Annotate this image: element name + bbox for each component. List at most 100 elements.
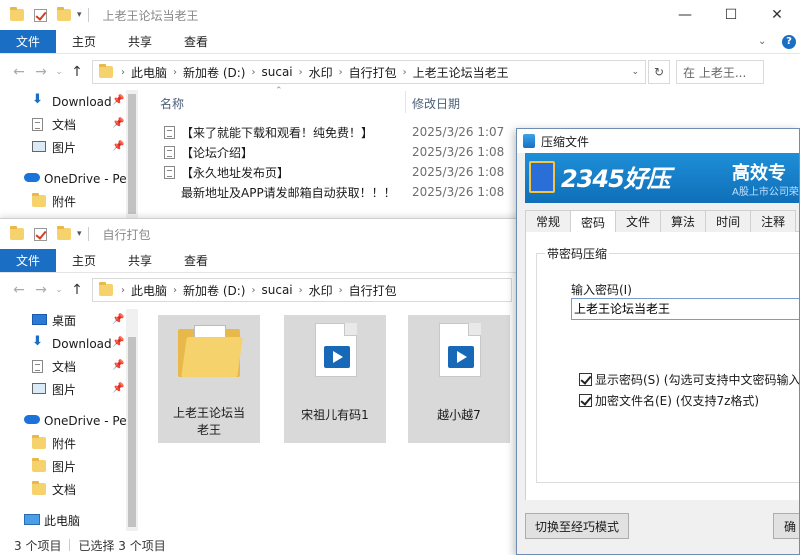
window-title: 上老王论坛当老王 (102, 8, 199, 23)
video-file-icon (439, 323, 481, 377)
nav-item-pictures[interactable]: 图片 📌 (0, 136, 130, 159)
forward-arrow-icon[interactable]: → (30, 64, 52, 80)
nav-scrollbar[interactable] (126, 90, 138, 220)
close-button[interactable]: ✕ (754, 0, 800, 30)
recent-chevron-icon[interactable]: ⌄ (52, 67, 66, 77)
tab-view[interactable]: 查看 (168, 249, 224, 272)
nav-label: 图片 (52, 141, 77, 155)
nav-item-attachments[interactable]: 附件 (0, 432, 130, 455)
desktop-icon (32, 314, 47, 325)
video-file-tile[interactable]: 越小越7 (408, 315, 510, 443)
up-arrow-icon[interactable]: ↑ (66, 64, 88, 80)
list-item[interactable]: 【永久地址发布页】 2025/3/26 1:08 (160, 162, 520, 182)
folder-tile[interactable]: 上老王论坛当老王 (158, 315, 260, 443)
expand-ribbon-icon[interactable]: ⌄ (758, 30, 778, 53)
breadcrumb-item[interactable]: sucai (261, 65, 292, 79)
picture-icon (32, 141, 46, 152)
crumb-separator: › (173, 284, 178, 296)
minimize-button[interactable]: — (662, 0, 708, 30)
crumb-separator: › (338, 284, 343, 296)
breadcrumb-item[interactable]: 此电脑 (131, 64, 167, 81)
switch-mode-button[interactable]: 切换至经巧模式 (525, 513, 629, 539)
tab-home[interactable]: 主页 (56, 30, 112, 53)
recent-chevron-icon[interactable]: ⌄ (52, 285, 66, 295)
tab-general[interactable]: 常规 (525, 210, 572, 232)
crumb-separator: › (251, 284, 256, 296)
nav-item-this-pc[interactable]: 此电脑 (0, 509, 130, 532)
list-item[interactable]: 【来了就能下载和观看！纯免费！】 2025/3/26 1:07 (160, 122, 520, 142)
new-folder-icon[interactable] (57, 226, 71, 240)
video-file-tile[interactable]: 宋祖儿有码1 (284, 315, 386, 443)
breadcrumb-item[interactable]: 新加卷 (D:) (183, 282, 245, 299)
tab-files[interactable]: 文件 (615, 210, 662, 232)
search-box[interactable]: 在 上老王... (676, 60, 764, 84)
tile-label: 越小越7 (437, 408, 481, 422)
list-item[interactable]: 最新地址及APP请发邮箱自动获取！！！ 2025/3/26 1:08 (160, 182, 520, 202)
back-arrow-icon[interactable]: ← (8, 282, 30, 298)
address-bar[interactable]: › 此电脑 › 新加卷 (D:) › sucai › 水印 › 自行打包 › 上… (92, 60, 646, 84)
tab-share[interactable]: 共享 (112, 249, 168, 272)
nav-item-documents[interactable]: 文档 📌 (0, 355, 130, 378)
nav-scrollbar[interactable] (126, 309, 138, 531)
customize-qat-icon[interactable]: ▾ (77, 10, 82, 20)
column-header-date[interactable]: 修改日期 (412, 95, 460, 112)
nav-item-onedrive[interactable]: OneDrive - Per (0, 167, 132, 190)
encrypt-names-checkbox[interactable] (579, 394, 592, 407)
properties-check-icon[interactable] (34, 227, 47, 241)
nav-item-download[interactable]: ⬇ Download 📌 (0, 332, 130, 355)
up-arrow-icon[interactable]: ↑ (66, 282, 88, 298)
scroll-thumb[interactable] (128, 337, 136, 527)
pin-icon: 📌 (112, 337, 125, 348)
folder-icon (32, 435, 46, 449)
refresh-icon[interactable]: ↻ (648, 60, 670, 84)
breadcrumb-item[interactable]: 自行打包 (349, 64, 397, 81)
address-dropdown-icon[interactable]: ⌄ (631, 67, 639, 77)
nav-item-documents[interactable]: 文档 📌 (0, 113, 130, 136)
tab-algorithm[interactable]: 算法 (660, 210, 707, 232)
nav-item-attachments[interactable]: 附件 (0, 190, 130, 213)
breadcrumb-item[interactable]: 自行打包 (349, 282, 397, 299)
tab-file[interactable]: 文件 (0, 30, 57, 53)
breadcrumb-item[interactable]: 水印 (309, 282, 333, 299)
tab-comment[interactable]: 注释 (750, 210, 797, 232)
breadcrumb-item[interactable]: 此电脑 (131, 282, 167, 299)
scroll-thumb[interactable] (128, 94, 136, 214)
help-icon[interactable]: ? (778, 30, 800, 53)
nav-item-documents-folder[interactable]: 文档 (0, 478, 130, 501)
password-input[interactable]: 上老王论坛当老王 (571, 298, 799, 320)
nav-item-desktop[interactable]: 桌面 📌 (0, 309, 130, 332)
tab-file[interactable]: 文件 (0, 249, 57, 272)
file-date: 2025/3/26 1:07 (412, 125, 505, 139)
customize-qat-icon[interactable]: ▾ (77, 229, 82, 239)
address-bar[interactable]: › 此电脑 › 新加卷 (D:) › sucai › 水印 › 自行打包 (92, 278, 512, 302)
list-item[interactable]: 【论坛介绍】 2025/3/26 1:08 (160, 142, 520, 162)
show-password-checkbox[interactable] (579, 373, 592, 386)
breadcrumb-item[interactable]: sucai (261, 283, 292, 297)
tab-time[interactable]: 时间 (705, 210, 752, 232)
show-password-option[interactable]: 显示密码(S) (勾选可支持中文密码输入) (579, 371, 799, 388)
encrypt-names-option[interactable]: 加密文件名(E) (仅支持7z格式) (579, 392, 759, 409)
column-header-name[interactable]: 名称 (160, 95, 184, 112)
breadcrumb-item[interactable]: 水印 (309, 64, 333, 81)
title-separator (87, 8, 89, 22)
nav-item-onedrive[interactable]: OneDrive - Per (0, 409, 132, 432)
dialog-tabs: 常规 密码 文件 算法 时间 注释 (525, 210, 799, 233)
tab-password[interactable]: 密码 (570, 210, 617, 233)
folder-icon (32, 458, 46, 472)
forward-arrow-icon[interactable]: → (30, 282, 52, 298)
nav-item-download[interactable]: ⬇ Download 📌 (0, 90, 130, 113)
breadcrumb-item[interactable]: 上老王论坛当老王 (413, 64, 509, 81)
new-folder-icon[interactable] (57, 7, 71, 21)
tab-view[interactable]: 查看 (168, 30, 224, 53)
crumb-separator: › (121, 284, 125, 296)
nav-item-pictures-folder[interactable]: 图片 (0, 455, 130, 478)
ok-button[interactable]: 确 (773, 513, 799, 539)
breadcrumb-item[interactable]: 新加卷 (D:) (183, 64, 245, 81)
nav-label: 此电脑 (44, 514, 81, 528)
maximize-button[interactable]: ☐ (708, 0, 754, 30)
back-arrow-icon[interactable]: ← (8, 64, 30, 80)
tab-home[interactable]: 主页 (56, 249, 112, 272)
tab-share[interactable]: 共享 (112, 30, 168, 53)
properties-check-icon[interactable] (34, 8, 47, 22)
nav-item-pictures[interactable]: 图片 📌 (0, 378, 130, 401)
